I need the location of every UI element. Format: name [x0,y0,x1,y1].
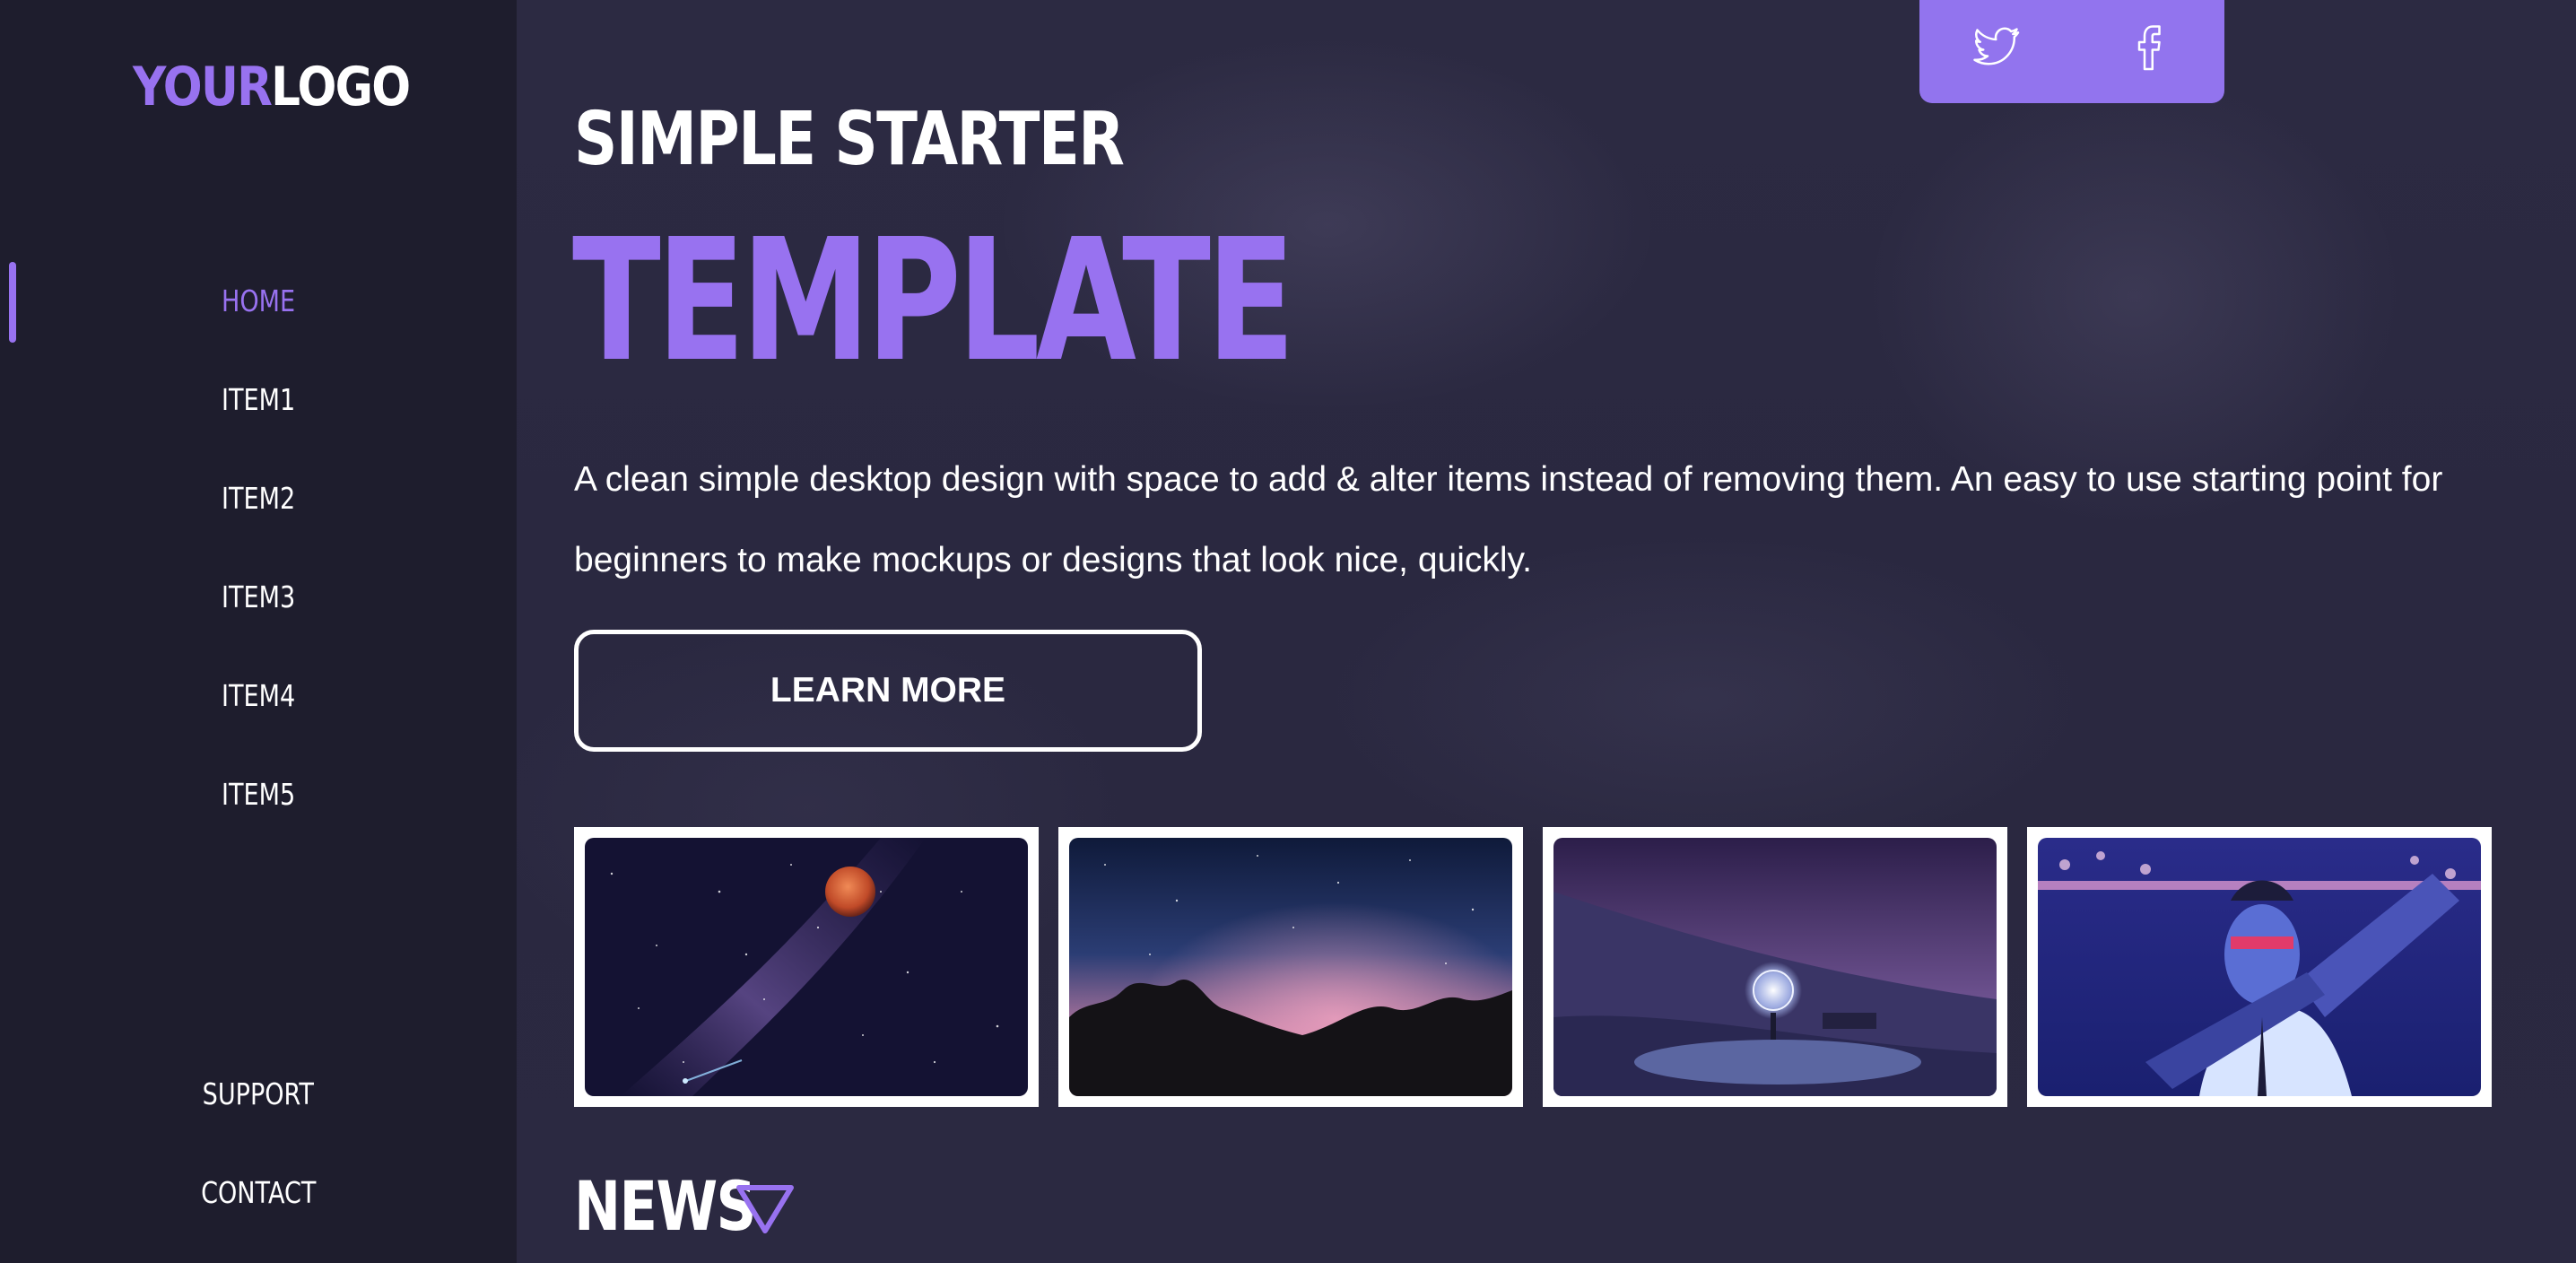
sidebar-item-item2[interactable]: ITEM2 [0,481,517,516]
sidebar-item-item4[interactable]: ITEM4 [0,678,517,713]
news-heading: NEWS [574,1166,756,1246]
sidebar: YOURLOGO HOME ITEM1 ITEM2 ITEM3 ITEM4 IT… [0,0,517,1263]
twitter-icon[interactable] [1969,20,2023,74]
social-bar [1919,0,2224,103]
sidebar-item-contact[interactable]: CONTACT [0,1175,517,1210]
triangle-down-icon[interactable] [735,1184,795,1234]
sidebar-item-item3[interactable]: ITEM3 [0,579,517,614]
sidebar-item-item1[interactable]: ITEM1 [0,382,517,417]
gallery-thumbnail-2[interactable] [1058,827,1523,1107]
facebook-icon[interactable] [2121,20,2175,74]
hero-subtitle: SIMPLE STARTER [574,97,1125,182]
cyberpunk-figure-image [2038,838,2481,1096]
light-orb-snowy-hill-image [1553,838,1997,1096]
sidebar-item-item5[interactable]: ITEM5 [0,777,517,812]
sidebar-item-home[interactable]: HOME [0,283,517,318]
logo[interactable]: YOURLOGO [133,56,411,118]
gallery-thumbnail-3[interactable] [1543,827,2007,1107]
gallery-thumbnail-1[interactable] [574,827,1039,1107]
hero-title: TEMPLATE [572,203,1295,399]
learn-more-button[interactable]: LEARN MORE [574,630,1202,752]
logo-part-2: LOGO [271,56,411,118]
night-sky-moon-image [585,838,1028,1096]
gallery-thumbnail-4[interactable] [2027,827,2492,1107]
desert-rocks-starry-sky-image [1069,838,1512,1096]
hero-description: A clean simple desktop design with space… [574,460,2443,579]
logo-part-1: YOUR [133,56,273,118]
sidebar-item-support[interactable]: SUPPORT [0,1076,517,1111]
